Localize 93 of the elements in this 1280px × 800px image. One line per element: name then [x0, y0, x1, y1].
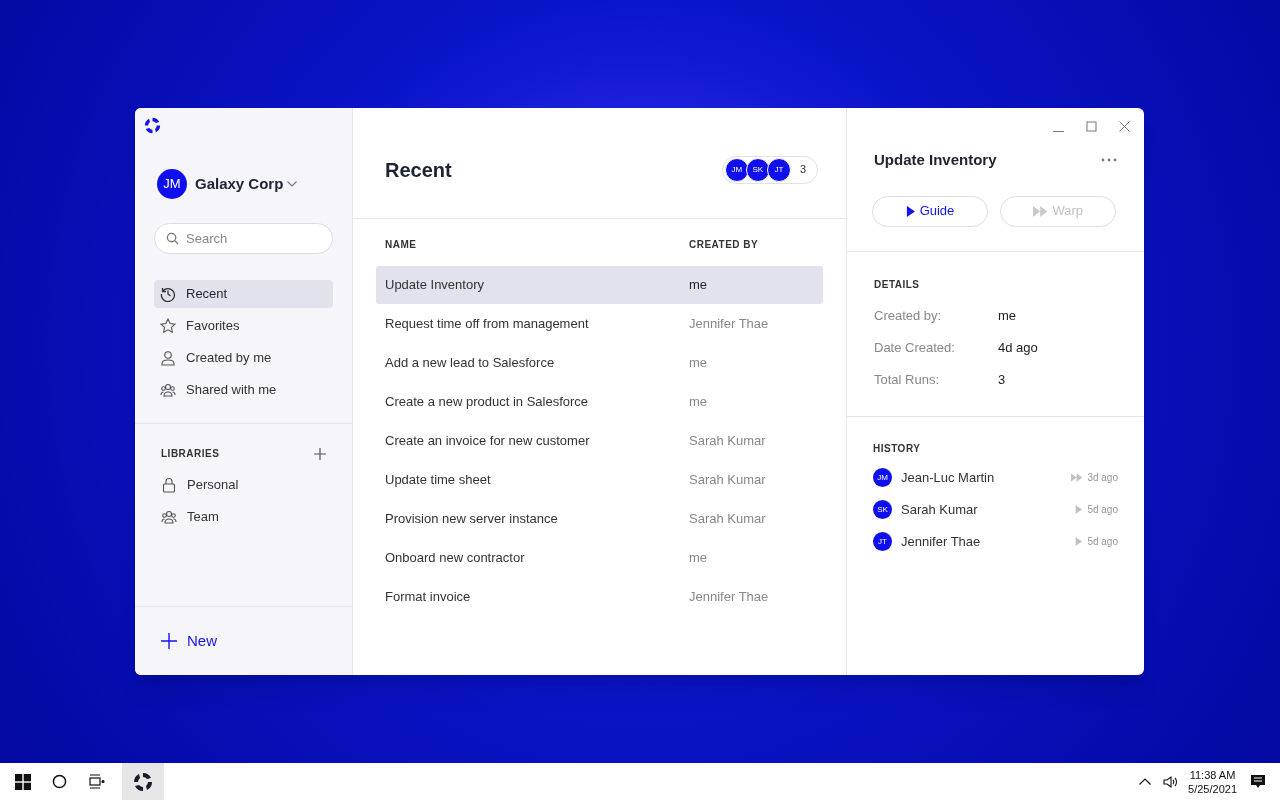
- windows-start-icon[interactable]: [15, 773, 31, 790]
- star-icon: [160, 318, 176, 334]
- table-cell-text: Update time sheet: [385, 471, 492, 490]
- collaborator-count: 3: [799, 162, 806, 178]
- library-item[interactable]: Personal: [161, 471, 326, 499]
- table-row[interactable]: Onboard new contractor me: [376, 539, 823, 577]
- field-label: Total Runs:: [874, 370, 941, 389]
- table-cell-text: me: [689, 276, 708, 295]
- table-row[interactable]: Add a new lead to Salesforce me: [376, 344, 823, 382]
- table-row[interactable]: Format invoice Jennifer Thae: [376, 578, 823, 616]
- plus-icon: [161, 633, 177, 649]
- avatar: JT: [766, 157, 791, 182]
- table-cell-text: Sarah Kumar: [689, 510, 766, 529]
- avatar: JM: [157, 169, 187, 199]
- table-cell-text: Sarah Kumar: [689, 432, 766, 451]
- avatar: JM: [724, 157, 749, 182]
- field-value: me: [998, 306, 1017, 325]
- play-icon: [905, 205, 915, 217]
- field-value: 4d ago: [998, 338, 1038, 357]
- table-cell-text: Request time off from management: [385, 315, 590, 334]
- sidebar-item[interactable]: Shared with me: [154, 376, 333, 404]
- table-row[interactable]: Create an invoice for new customer Sarah Kumar: [376, 422, 823, 460]
- people-icon: [161, 509, 177, 525]
- section-heading: HISTORY: [873, 441, 922, 456]
- more-options-icon[interactable]: [1101, 158, 1117, 163]
- speaker-icon[interactable]: [1163, 774, 1179, 789]
- sidebar-item[interactable]: Recent: [154, 280, 333, 308]
- table-cell-text: me: [689, 354, 708, 373]
- page-title: Recent: [385, 157, 452, 183]
- new-button[interactable]: New: [161, 629, 217, 653]
- play-icon: [1075, 537, 1083, 546]
- search-field[interactable]: Search: [154, 223, 333, 254]
- maximize-icon[interactable]: [1086, 120, 1097, 132]
- section-heading: DETAILS: [874, 277, 921, 292]
- clock-time[interactable]: 11:38 AM: [1189, 767, 1236, 782]
- history-time: 3d ago: [1087, 471, 1118, 485]
- history-icon: [160, 286, 176, 302]
- play-icon: [1075, 505, 1083, 514]
- history-time: 5d ago: [1087, 535, 1118, 549]
- avatar: SK: [873, 500, 892, 519]
- clock-date[interactable]: 5/25/2021: [1188, 781, 1237, 796]
- library-item[interactable]: Team: [161, 503, 326, 531]
- history-name: Jean-Luc Martin: [901, 468, 996, 487]
- table-cell-text: Sarah Kumar: [689, 471, 766, 490]
- user-icon: [160, 350, 176, 366]
- chevron-down-icon: [287, 181, 298, 187]
- guide-button[interactable]: Guide: [872, 195, 988, 227]
- table-cell-text: Update Inventory: [385, 276, 485, 295]
- table-row[interactable]: Update time sheet Sarah Kumar: [376, 461, 823, 499]
- table-row[interactable]: Request time off from management Jennifer Thae: [376, 305, 823, 343]
- table-cell-text: Format invoice: [385, 588, 472, 607]
- history-name: Jennifer Thae: [901, 532, 982, 551]
- table-cell-text: Jennifer Thae: [689, 588, 769, 607]
- table-row[interactable]: Create a new product in Salesforce me: [376, 383, 823, 421]
- chevron-up-icon[interactable]: [1139, 778, 1152, 785]
- people-icon: [160, 382, 176, 398]
- search-circle-icon[interactable]: [51, 774, 67, 789]
- table-cell-text: Onboard new contractor: [385, 549, 526, 568]
- taskbar-app-button[interactable]: [122, 763, 164, 800]
- task-view-icon[interactable]: [89, 774, 105, 789]
- history-name: Sarah Kumar: [901, 500, 979, 519]
- fast-forward-icon: [1071, 473, 1083, 482]
- search-icon: [166, 232, 179, 245]
- table-cell-text: Provision new server instance: [385, 510, 559, 529]
- field-label: Date Created:: [874, 338, 956, 357]
- table-cell-text: Add a new lead to Salesforce: [385, 354, 556, 373]
- field-value: 3: [998, 370, 1006, 389]
- add-icon[interactable]: [314, 447, 326, 460]
- app-logo-icon: [144, 116, 161, 134]
- app-logo-icon: [133, 771, 153, 792]
- field-label: Created by:: [874, 306, 943, 325]
- notification-icon[interactable]: [1251, 774, 1265, 789]
- table-cell-text: Create a new product in Salesforce: [385, 393, 590, 412]
- avatar: SK: [745, 157, 770, 182]
- avatar: JT: [873, 532, 892, 551]
- organization-dropdown[interactable]: Galaxy Corp: [195, 172, 298, 196]
- table-cell-text: me: [689, 549, 708, 568]
- table-row[interactable]: Provision new server instance Sarah Kumar: [376, 500, 823, 538]
- fast-forward-icon: [1033, 205, 1048, 217]
- table-cell-text: Jennifer Thae: [689, 315, 769, 334]
- sidebar-item[interactable]: Created by me: [154, 344, 333, 372]
- sidebar-item[interactable]: Favorites: [154, 312, 333, 340]
- column-header: NAME: [385, 237, 418, 252]
- column-header: CREATED BY: [689, 237, 759, 252]
- avatar: JM: [873, 468, 892, 487]
- lock-icon: [161, 477, 177, 493]
- table-cell-text: me: [689, 393, 708, 412]
- section-heading: LIBRARIES: [161, 447, 220, 461]
- item-title: Update Inventory: [874, 150, 997, 170]
- close-icon[interactable]: [1119, 120, 1130, 132]
- table-cell-text: Create an invoice for new customer: [385, 432, 591, 451]
- history-time: 5d ago: [1087, 503, 1118, 517]
- table-row[interactable]: Update Inventory me: [376, 266, 823, 304]
